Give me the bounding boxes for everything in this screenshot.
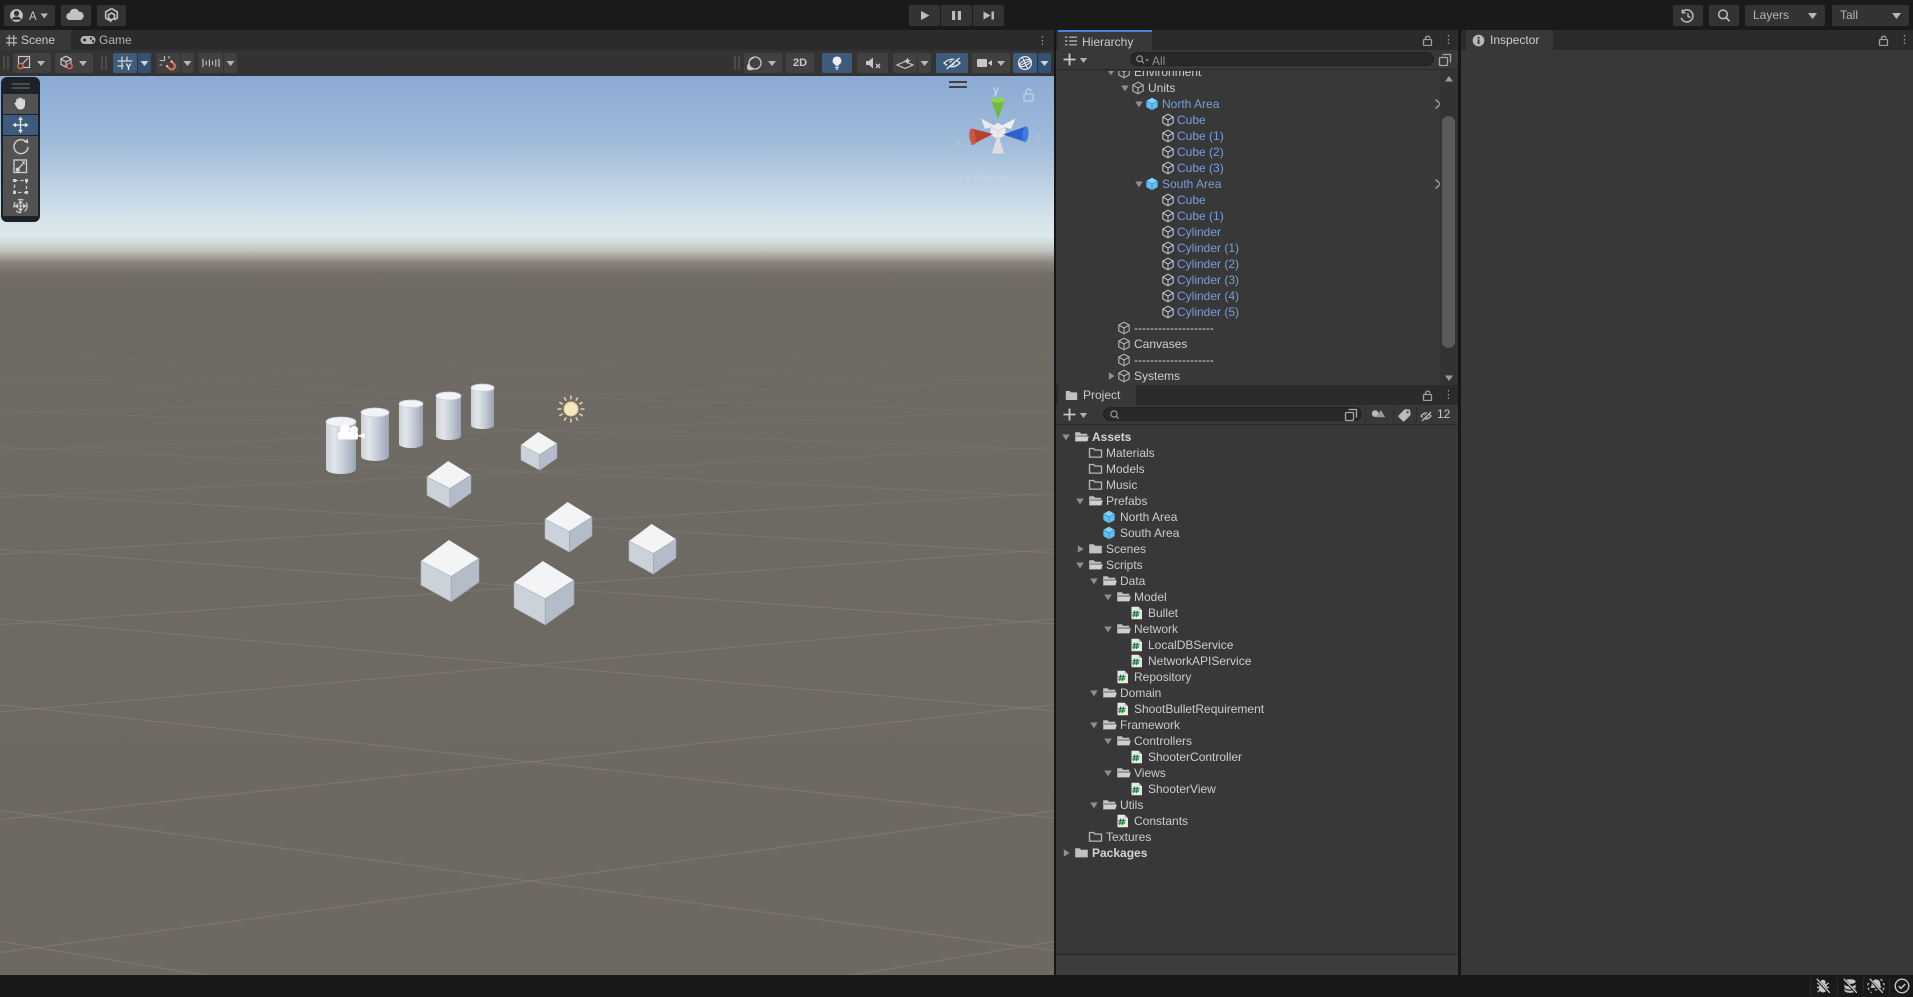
svg-text:Y: Y: [126, 62, 132, 72]
svg-text:A: A: [29, 11, 37, 23]
svg-text:y: y: [993, 85, 999, 97]
svg-text:z: z: [1036, 132, 1042, 144]
svg-text:x: x: [956, 136, 962, 148]
